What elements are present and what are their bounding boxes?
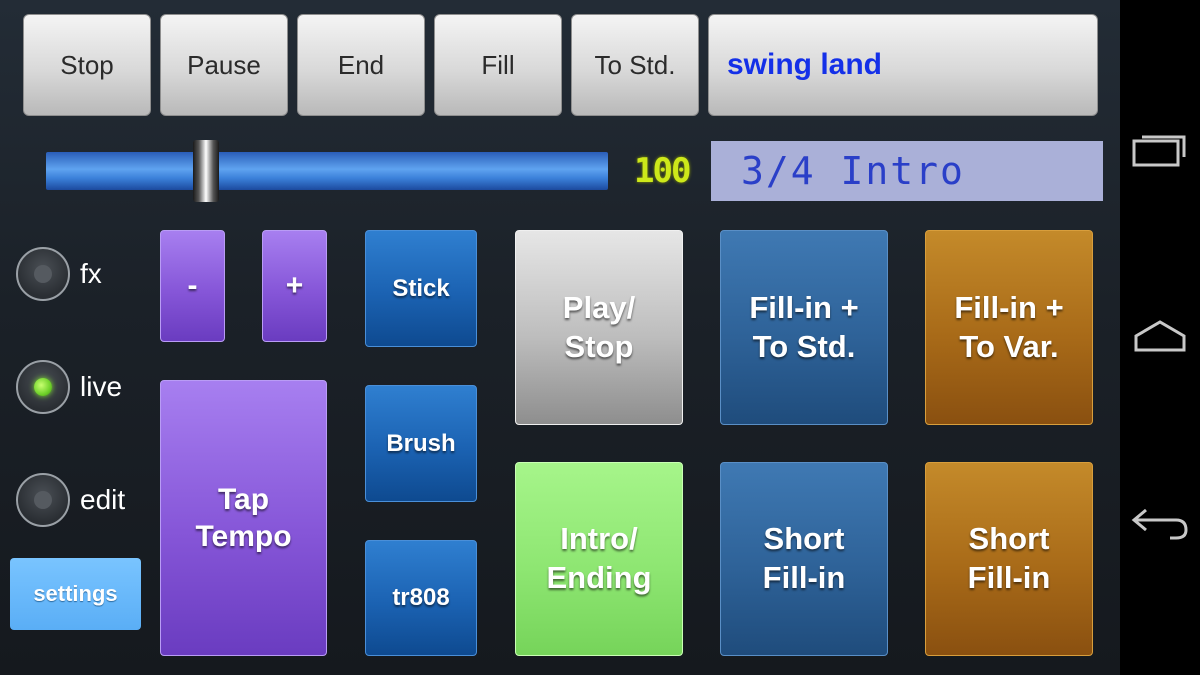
app-screen: Stop Pause End Fill To Std. swing land 1… <box>0 0 1120 675</box>
stop-button[interactable]: Stop <box>23 14 151 116</box>
kit-tr808-button[interactable]: tr808 <box>365 540 477 656</box>
recent-apps-icon-glyph <box>1132 135 1186 167</box>
edit-radio[interactable]: edit <box>16 470 125 530</box>
play-stop-pad[interactable]: Play/ Stop <box>515 230 683 425</box>
settings-button[interactable]: settings <box>10 558 141 630</box>
edit-radio-circle[interactable] <box>16 473 70 527</box>
fill-button[interactable]: Fill <box>434 14 562 116</box>
fill-in-to-std-pad[interactable]: Fill-in + To Std. <box>720 230 888 425</box>
pause-button[interactable]: Pause <box>160 14 288 116</box>
short-fill-in-std-pad[interactable]: Short Fill-in <box>720 462 888 656</box>
back-icon-glyph <box>1131 508 1188 540</box>
fx-radio[interactable]: fx <box>16 244 102 304</box>
kit-stick-button[interactable]: Stick <box>365 230 477 347</box>
edit-radio-label: edit <box>80 484 126 515</box>
status-display: 3/4 Intro <box>711 141 1103 201</box>
tap-tempo-button[interactable]: Tap Tempo <box>160 380 327 656</box>
live-radio-circle[interactable] <box>16 360 70 414</box>
live-radio-label: live <box>80 371 123 402</box>
tempo-readout: 100 <box>634 151 691 191</box>
intro-ending-pad[interactable]: Intro/ Ending <box>515 462 683 656</box>
end-button[interactable]: End <box>297 14 425 116</box>
to-std-button[interactable]: To Std. <box>571 14 699 116</box>
home-icon[interactable] <box>1120 296 1200 376</box>
tempo-minus-button[interactable]: - <box>160 230 225 342</box>
live-radio-indicator <box>34 378 52 396</box>
tempo-slider-thumb[interactable] <box>193 140 219 202</box>
fx-radio-label: fx <box>80 258 102 289</box>
tempo-slider[interactable] <box>46 152 608 190</box>
tempo-plus-button[interactable]: + <box>262 230 327 342</box>
system-navigation-bar <box>1120 0 1200 675</box>
back-icon[interactable] <box>1120 482 1200 562</box>
style-name-field[interactable]: swing land <box>708 14 1098 116</box>
home-icon-glyph <box>1134 320 1186 352</box>
live-radio[interactable]: live <box>16 357 122 417</box>
fill-in-to-var-pad[interactable]: Fill-in + To Var. <box>925 230 1093 425</box>
fx-radio-indicator <box>34 265 52 283</box>
recent-apps-icon[interactable] <box>1120 110 1200 190</box>
short-fill-in-var-pad[interactable]: Short Fill-in <box>925 462 1093 656</box>
edit-radio-indicator <box>34 491 52 509</box>
fx-radio-circle[interactable] <box>16 247 70 301</box>
kit-brush-button[interactable]: Brush <box>365 385 477 502</box>
